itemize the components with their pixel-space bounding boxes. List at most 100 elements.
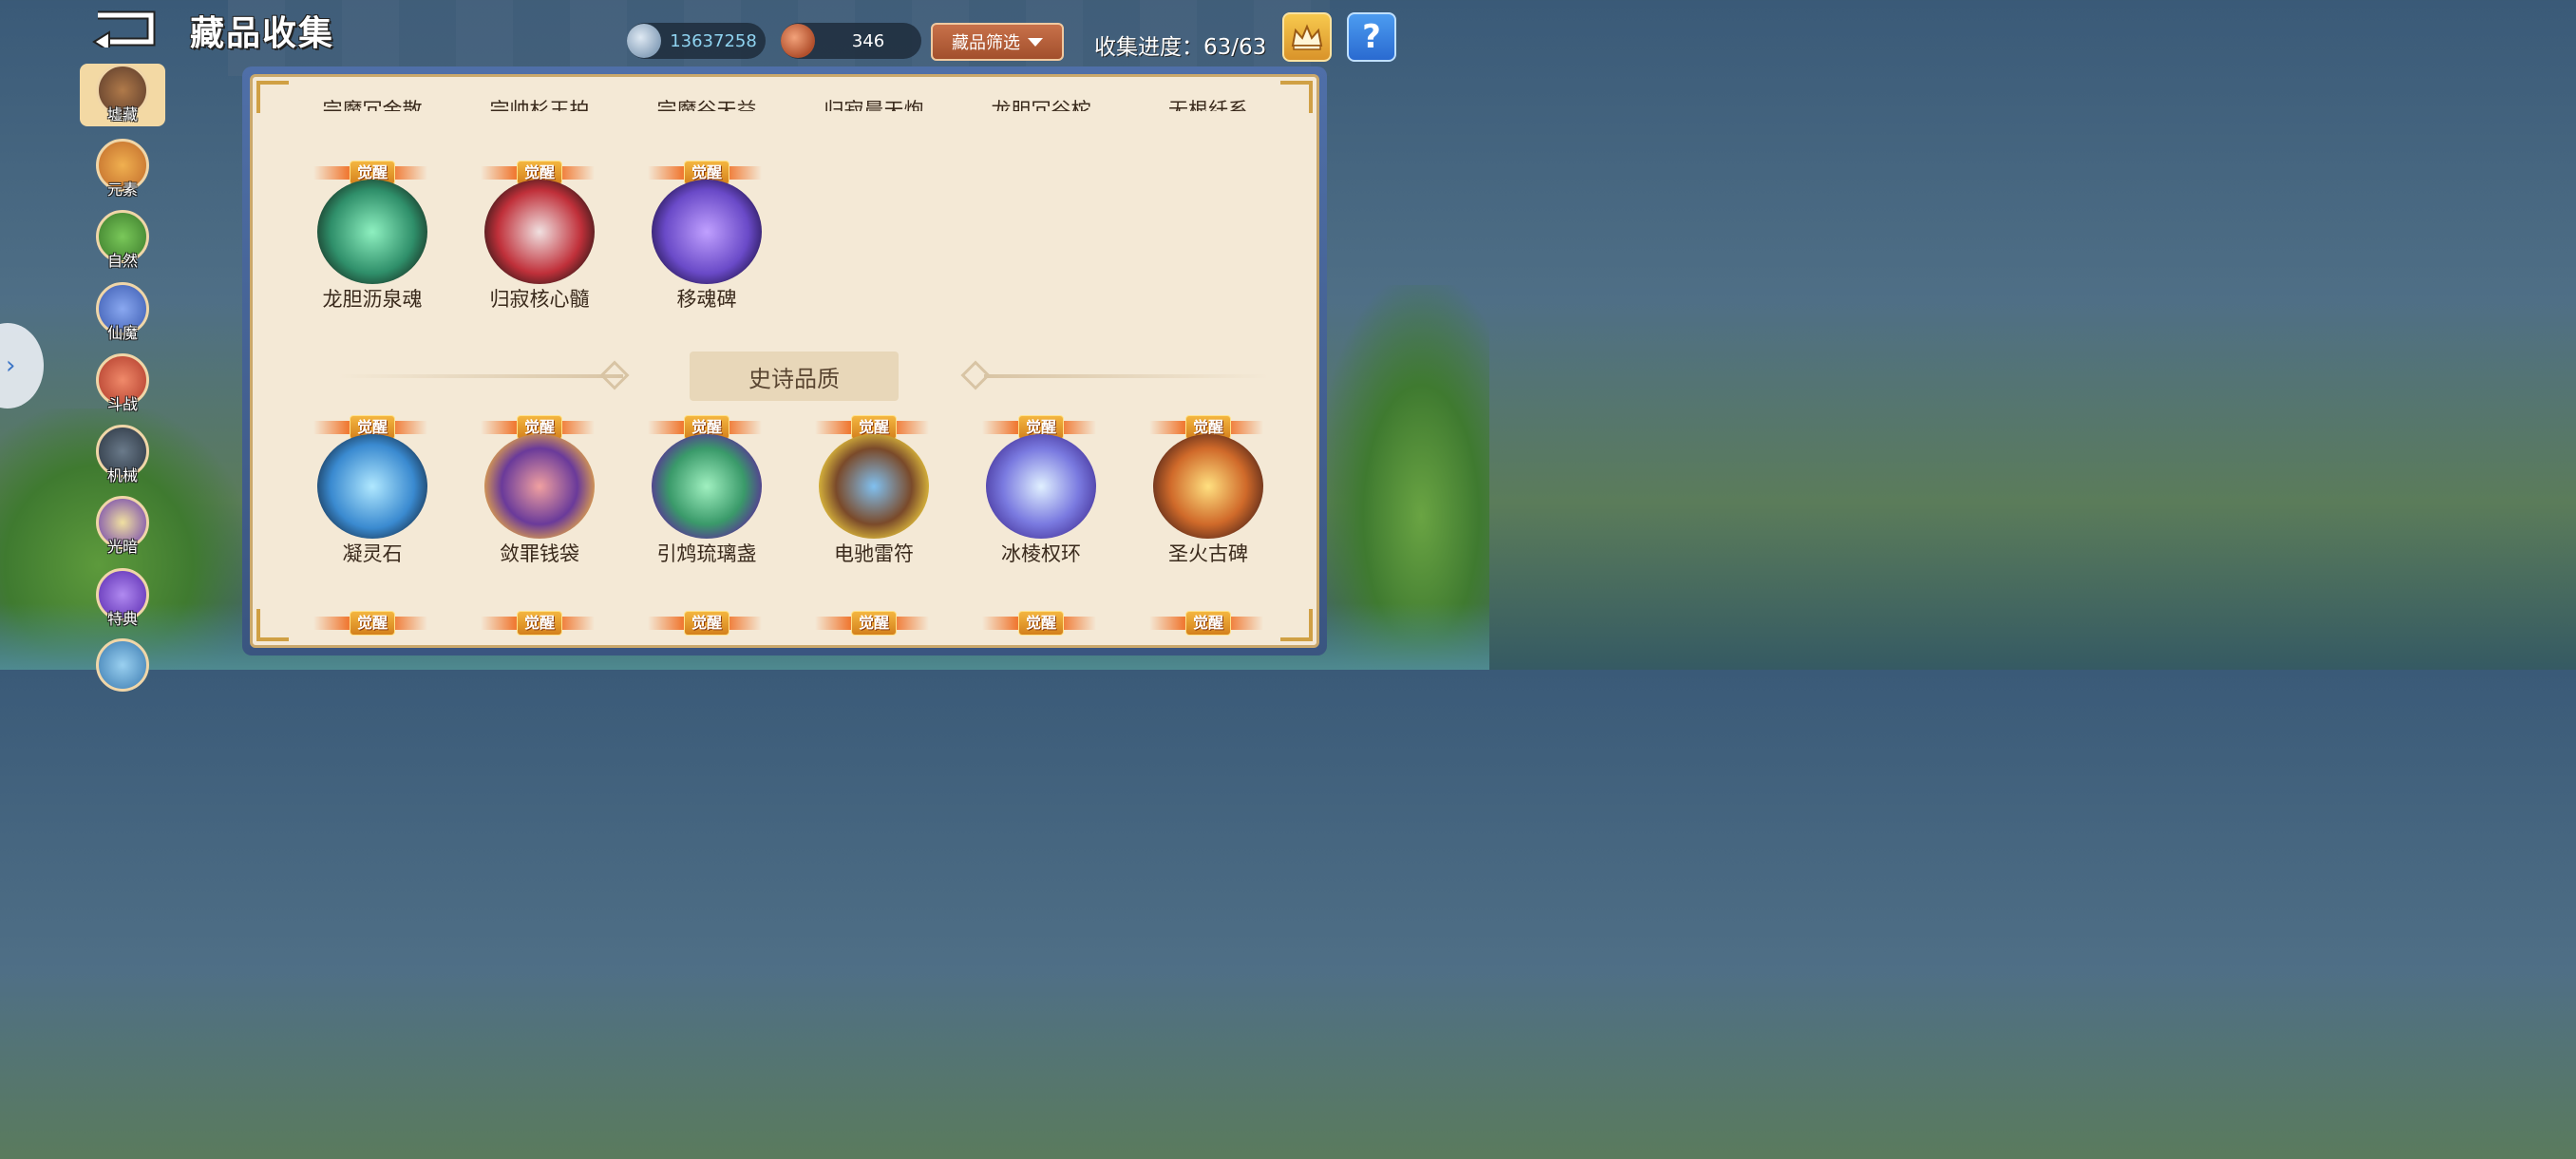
ice-ring-icon [986, 434, 1096, 539]
item-label: 电驰雷符 [834, 542, 914, 565]
sidebar-tab-immortal-demon[interactable]: 仙魔 [80, 282, 165, 347]
item-label: 移魂碑 [676, 288, 737, 311]
collection-item[interactable]: 觉醒 归寂核心髓 [464, 161, 616, 322]
item-name-clipped: 归寂晨天炮 [824, 99, 924, 111]
sidebar-tab-element[interactable]: 元素 [80, 139, 165, 203]
crown-icon [1291, 24, 1323, 50]
awaken-badge: 觉醒 [815, 611, 933, 637]
corner-ornament [1280, 609, 1313, 641]
help-icon: ? [1362, 18, 1381, 56]
sidebar-tab-special[interactable]: 特典 [80, 568, 165, 633]
section-title: 史诗品质 [690, 352, 899, 401]
epic-quality-section-header: 史诗品质 [338, 348, 1269, 405]
sidebar-tab-label: 机械 [106, 466, 138, 484]
sidebar-tab-nature[interactable]: 自然 [80, 210, 165, 275]
gem-currency[interactable]: 346 [781, 23, 921, 59]
awaken-badge: 觉醒 [313, 611, 431, 637]
collection-item-partial[interactable]: 觉醒 [464, 611, 616, 645]
collection-item-partial[interactable]: 觉醒 [1132, 611, 1284, 645]
gem-icon [781, 24, 815, 58]
glass-cup-icon [652, 434, 762, 539]
sidebar-tab-light-dark[interactable]: 光暗 [80, 496, 165, 560]
collection-item[interactable]: 觉醒 冰棱权环 [965, 415, 1117, 577]
sidebar-tab-more[interactable] [80, 638, 165, 703]
item-label: 龙胆沥泉魂 [322, 288, 423, 311]
sidebar-tab-mechanical[interactable]: 机械 [80, 425, 165, 489]
chevron-down-icon [1028, 37, 1043, 47]
collection-item[interactable]: 觉醒 移魂碑 [631, 161, 783, 322]
sidebar-tab-label: 元素 [106, 180, 138, 199]
back-arrow-icon [92, 10, 156, 53]
holy-fire-stele-icon [1153, 434, 1263, 539]
expand-sidebar-button[interactable]: › [0, 323, 44, 408]
corner-ornament [256, 81, 289, 113]
sidebar-tab-label: 墟藏 [106, 105, 138, 124]
item-label: 圣火古碑 [1168, 542, 1248, 565]
collection-panel-inner[interactable]: 宗魔冗金散 宗帅杉玉拍 宗魔谷天益 归寂晨天炮 龙胆冗谷柁 无根纤系 觉醒 龙胆… [250, 74, 1319, 648]
soul-shift-stele-icon [652, 180, 762, 284]
awaken-badge: 觉醒 [982, 611, 1100, 637]
divider-line [338, 374, 623, 378]
collection-item-partial[interactable]: 觉醒 [798, 611, 950, 645]
sidebar-tab-xuzang[interactable]: 墟藏 [80, 64, 165, 126]
back-button[interactable] [90, 10, 161, 53]
item-name-clipped: 龙胆冗谷柁 [991, 99, 1091, 111]
item-name-clipped: 宗帅杉玉拍 [489, 99, 590, 111]
item-label: 归寂核心髓 [489, 288, 590, 311]
awaken-badge-label: 觉醒 [1185, 611, 1231, 636]
collection-progress: 收集进度：63/63 [1094, 35, 1267, 60]
silent-core-marrow-icon [484, 180, 595, 284]
corner-ornament [1280, 81, 1313, 113]
crown-button[interactable] [1282, 12, 1332, 62]
item-name-clipped: 无根纤系 [1168, 99, 1248, 111]
collection-item[interactable]: 觉醒 龙胆沥泉魂 [296, 161, 448, 322]
page-title: 藏品收集 [190, 14, 335, 53]
awaken-badge: 觉醒 [481, 611, 598, 637]
awaken-badge-label: 觉醒 [517, 611, 562, 636]
background-foliage-right [1318, 285, 1489, 670]
filter-label: 藏品筛选 [952, 33, 1020, 53]
collection-item[interactable]: 觉醒 圣火古碑 [1132, 415, 1284, 577]
help-button[interactable]: ? [1347, 12, 1396, 62]
item-name-clipped: 宗魔冗金散 [322, 99, 423, 111]
collection-item[interactable]: 觉醒 凝灵石 [296, 415, 448, 577]
collection-item-partial[interactable]: 觉醒 [631, 611, 783, 645]
awaken-badge: 觉醒 [648, 611, 766, 637]
money-pouch-icon [484, 434, 595, 539]
collection-item[interactable]: 觉醒 引鸩琉璃盏 [631, 415, 783, 577]
collection-item-partial[interactable]: 觉醒 [965, 611, 1117, 645]
sidebar-tab-label: 特典 [106, 610, 138, 628]
awaken-badge-label: 觉醒 [684, 611, 729, 636]
gem-value: 346 [851, 30, 885, 51]
divider-line [984, 374, 1269, 378]
thunder-talisman-icon [819, 434, 929, 539]
diamond-ornament [599, 360, 630, 390]
collection-item[interactable]: 觉醒 电驰雷符 [798, 415, 950, 577]
dragon-gall-spring-soul-icon [317, 180, 427, 284]
item-label: 敛罪钱袋 [500, 542, 579, 565]
collection-item-partial[interactable]: 觉醒 [296, 611, 448, 645]
chevron-right-icon: › [6, 352, 16, 380]
collection-panel: 宗魔冗金散 宗帅杉玉拍 宗魔谷天益 归寂晨天炮 龙胆冗谷柁 无根纤系 觉醒 龙胆… [242, 66, 1327, 656]
corner-ornament [256, 609, 289, 641]
item-label: 凝灵石 [342, 542, 403, 565]
collection-filter-button[interactable]: 藏品筛选 [931, 23, 1064, 61]
awaken-badge: 觉醒 [1149, 611, 1267, 637]
sidebar-tab-battle[interactable]: 斗战 [80, 353, 165, 418]
sidebar-tab-label: 光暗 [106, 538, 138, 556]
silver-currency[interactable]: 13637258 [627, 23, 766, 59]
sidebar-tab-label: 仙魔 [106, 324, 138, 342]
sidebar-tab-label: 斗战 [106, 395, 138, 413]
awaken-badge-label: 觉醒 [851, 611, 897, 636]
sidebar-tab-label: 自然 [106, 252, 138, 270]
awaken-badge-label: 觉醒 [350, 611, 395, 636]
item-label: 引鸩琉璃盏 [656, 542, 757, 565]
item-label: 冰棱权环 [1001, 542, 1081, 565]
awaken-badge-label: 觉醒 [1018, 611, 1064, 636]
item-name-clipped: 宗魔谷天益 [656, 99, 757, 111]
silver-coin-icon [627, 24, 661, 58]
spirit-stone-icon [317, 434, 427, 539]
more-tab-icon [96, 638, 149, 692]
silver-value: 13637258 [670, 30, 757, 51]
collection-item[interactable]: 觉醒 敛罪钱袋 [464, 415, 616, 577]
